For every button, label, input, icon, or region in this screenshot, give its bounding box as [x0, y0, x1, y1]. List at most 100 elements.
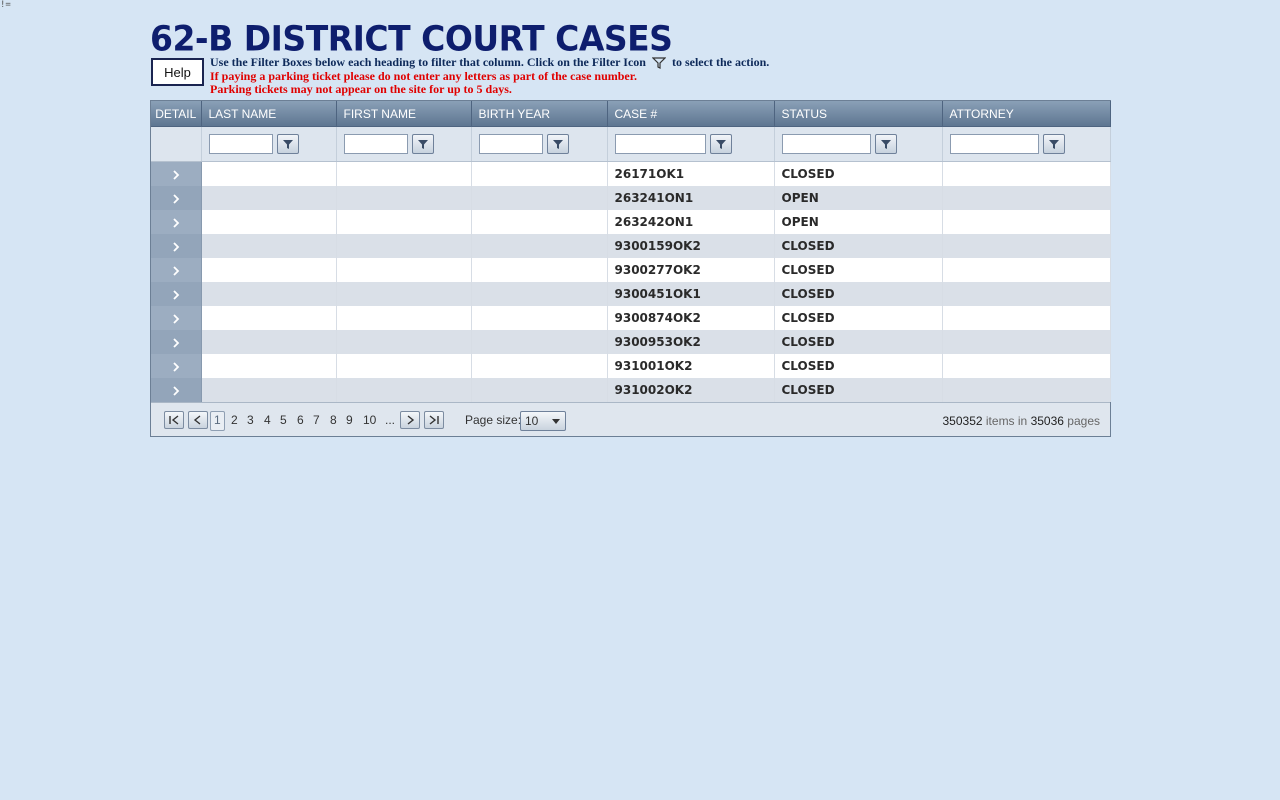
- filter-icon: [1048, 139, 1059, 149]
- table-row[interactable]: 931002OK2 CLOSED: [151, 378, 1111, 402]
- page-link-10[interactable]: 10: [363, 411, 376, 429]
- column-header-first-name[interactable]: FIRST NAME: [336, 101, 472, 127]
- detail-expand-button[interactable]: [151, 330, 202, 354]
- page-link-6[interactable]: 6: [297, 411, 304, 429]
- cell-status: CLOSED: [774, 258, 943, 282]
- cell-case-number: 263242ON1: [607, 210, 775, 234]
- case-number-filter-input[interactable]: [614, 134, 706, 154]
- grid-body: 26171OK1 CLOSED 263241ON1 OPEN 263242ON1 OPEN…: [151, 161, 1111, 402]
- first-name-filter-button[interactable]: [411, 134, 434, 154]
- table-row[interactable]: 9300451OK1 CLOSED: [151, 282, 1111, 306]
- pager-next-button[interactable]: [400, 411, 420, 429]
- pager: 1 2 3 4 5 6 7 8 9 10 ... Page size: 10 3…: [151, 402, 1110, 436]
- table-row[interactable]: 9300953OK2 CLOSED: [151, 330, 1111, 354]
- pager-last-button[interactable]: [424, 411, 444, 429]
- last-name-filter-button[interactable]: [276, 134, 299, 154]
- column-header-attorney[interactable]: ATTORNEY: [942, 101, 1111, 127]
- cell-first-name: [336, 258, 472, 282]
- filter-icon: [651, 57, 666, 69]
- cell-first-name: [336, 282, 472, 306]
- page-size-label: Page size:: [465, 413, 522, 427]
- cell-first-name: [336, 354, 472, 378]
- cell-status: OPEN: [774, 186, 943, 210]
- page-link-5[interactable]: 5: [280, 411, 287, 429]
- attorney-filter-input[interactable]: [949, 134, 1039, 154]
- cell-birth-year: [471, 330, 608, 354]
- table-row[interactable]: 9300277OK2 CLOSED: [151, 258, 1111, 282]
- table-row[interactable]: 26171OK1 CLOSED: [151, 161, 1111, 186]
- cell-last-name: [201, 161, 337, 186]
- detail-expand-button[interactable]: [151, 234, 202, 258]
- page-link-more[interactable]: ...: [385, 411, 395, 429]
- page-size-select[interactable]: 10: [520, 411, 566, 431]
- instructions-text-after: to select the action.: [671, 55, 770, 69]
- chevron-down-icon: [552, 419, 560, 424]
- detail-expand-button[interactable]: [151, 378, 202, 402]
- page-link-3[interactable]: 3: [247, 411, 254, 429]
- cell-first-name: [336, 161, 472, 186]
- status-filter-input[interactable]: [781, 134, 871, 154]
- filter-cell-first-name: [336, 126, 472, 162]
- cell-last-name: [201, 282, 337, 306]
- filter-icon: [282, 139, 293, 149]
- cell-last-name: [201, 234, 337, 258]
- table-row[interactable]: 9300874OK2 CLOSED: [151, 306, 1111, 330]
- pager-first-button[interactable]: [164, 411, 184, 429]
- attorney-filter-button[interactable]: [1042, 134, 1065, 154]
- table-row[interactable]: 931001OK2 CLOSED: [151, 354, 1111, 378]
- first-page-icon: [169, 415, 179, 425]
- help-button[interactable]: Help: [151, 58, 204, 86]
- detail-expand-button[interactable]: [151, 258, 202, 282]
- birth-year-filter-button[interactable]: [546, 134, 569, 154]
- cell-case-number: 263241ON1: [607, 186, 775, 210]
- cell-case-number: 9300953OK2: [607, 330, 775, 354]
- page-link-1[interactable]: 1: [210, 411, 225, 431]
- column-header-case-number[interactable]: CASE #: [607, 101, 775, 127]
- parking-warning-1: If paying a parking ticket please do not…: [210, 68, 637, 83]
- table-row[interactable]: 263241ON1 OPEN: [151, 186, 1111, 210]
- chevron-right-icon: [173, 169, 180, 180]
- pager-prev-button[interactable]: [188, 411, 208, 429]
- last-name-filter-input[interactable]: [208, 134, 273, 154]
- cell-case-number: 9300277OK2: [607, 258, 775, 282]
- filter-row: [151, 126, 1111, 162]
- last-page-icon: [429, 415, 439, 425]
- cell-first-name: [336, 234, 472, 258]
- detail-expand-button[interactable]: [151, 282, 202, 306]
- page-link-8[interactable]: 8: [330, 411, 337, 429]
- cell-attorney: [942, 354, 1111, 378]
- table-row[interactable]: 9300159OK2 CLOSED: [151, 234, 1111, 258]
- detail-expand-button[interactable]: [151, 210, 202, 234]
- cell-birth-year: [471, 258, 608, 282]
- cell-case-number: 9300874OK2: [607, 306, 775, 330]
- filter-icon: [880, 139, 891, 149]
- detail-expand-button[interactable]: [151, 354, 202, 378]
- cell-birth-year: [471, 282, 608, 306]
- chevron-right-icon: [173, 361, 180, 372]
- detail-expand-button[interactable]: [151, 186, 202, 210]
- page-link-7[interactable]: 7: [313, 411, 320, 429]
- cell-last-name: [201, 210, 337, 234]
- cell-attorney: [942, 210, 1111, 234]
- birth-year-filter-input[interactable]: [478, 134, 543, 154]
- filter-cell-status: [774, 126, 943, 162]
- first-name-filter-input[interactable]: [343, 134, 408, 154]
- cell-status: OPEN: [774, 210, 943, 234]
- page-link-9[interactable]: 9: [346, 411, 353, 429]
- column-header-detail[interactable]: DETAIL: [151, 101, 202, 127]
- column-header-status[interactable]: STATUS: [774, 101, 943, 127]
- corner-mark: !=: [0, 0, 11, 10]
- column-header-birth-year[interactable]: BIRTH YEAR: [471, 101, 608, 127]
- detail-expand-button[interactable]: [151, 161, 202, 186]
- detail-expand-button[interactable]: [151, 306, 202, 330]
- page-link-2[interactable]: 2: [231, 411, 238, 429]
- page-link-4[interactable]: 4: [264, 411, 271, 429]
- table-row[interactable]: 263242ON1 OPEN: [151, 210, 1111, 234]
- column-header-last-name[interactable]: LAST NAME: [201, 101, 337, 127]
- status-filter-button[interactable]: [874, 134, 897, 154]
- cell-attorney: [942, 161, 1111, 186]
- case-number-filter-button[interactable]: [709, 134, 732, 154]
- cell-attorney: [942, 378, 1111, 402]
- parking-warning-2: Parking tickets may not appear on the si…: [210, 82, 512, 96]
- cell-case-number: 9300159OK2: [607, 234, 775, 258]
